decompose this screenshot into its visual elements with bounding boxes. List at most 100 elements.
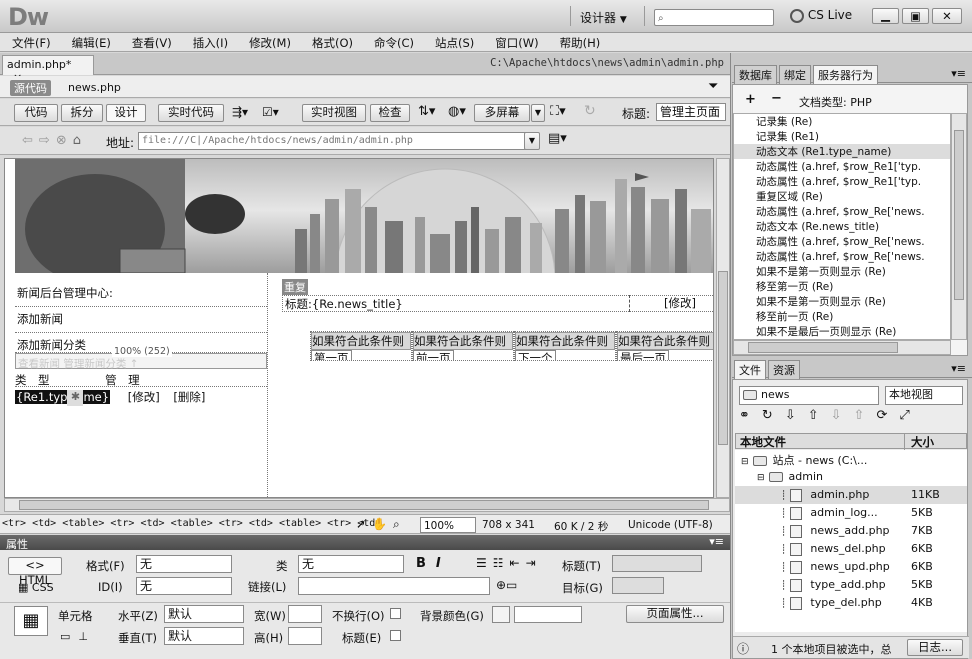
local-files-header[interactable]: 本地文件 <box>740 434 786 450</box>
design-vertical-scrollbar[interactable] <box>716 158 730 498</box>
panel-menu-icon[interactable]: ▾≡ <box>951 67 966 80</box>
indent-icon[interactable]: ⇥ <box>526 556 542 570</box>
checkbrowser-icon[interactable]: ☑▾ <box>262 105 279 119</box>
live-view-button[interactable]: 实时视图 <box>302 104 366 122</box>
zoom-select[interactable]: 100% <box>420 517 476 533</box>
stop-icon[interactable]: ⊗ <box>56 133 73 148</box>
tree-file[interactable]: ┊ type_add.php 5KB <box>735 576 967 594</box>
server-behavior-item[interactable]: 如果不是第一页则显示 (Re) <box>734 294 950 309</box>
pagination-link[interactable]: 下一个 <box>515 350 556 360</box>
vertical-scrollbar[interactable] <box>951 113 967 340</box>
panel-tab[interactable]: 资源 <box>768 360 800 379</box>
menu-item[interactable]: 站点(S) <box>423 33 483 51</box>
title-prop-input[interactable] <box>612 555 702 572</box>
design-horizontal-scrollbar[interactable] <box>4 498 730 512</box>
pagination-link[interactable]: 最后一页 <box>617 350 669 360</box>
refresh-icon[interactable]: ↻ <box>584 103 596 119</box>
scroll-thumb[interactable] <box>19 500 709 510</box>
point-to-file-icon[interactable]: ⊕▭ <box>496 578 517 592</box>
nowrap-checkbox[interactable] <box>390 608 401 619</box>
menu-item[interactable]: 查看(V) <box>120 33 181 51</box>
panel-menu-icon[interactable]: ▾≡ <box>951 362 966 375</box>
width-prop-input[interactable] <box>288 605 322 623</box>
height-prop-input[interactable] <box>288 627 322 645</box>
menu-item[interactable]: 窗口(W) <box>483 33 547 51</box>
put-icon[interactable]: ⇧ <box>808 408 831 423</box>
id-select[interactable]: 无 <box>136 577 232 595</box>
remove-behavior-button[interactable]: − <box>771 91 782 106</box>
related-file-news-php[interactable]: news.php <box>68 81 121 94</box>
menu-item[interactable]: 插入(I) <box>181 33 237 51</box>
get-icon[interactable]: ⇩ <box>785 408 808 423</box>
zoom-icon[interactable]: ⌕ <box>393 517 406 531</box>
horz-select[interactable]: 默认 <box>164 605 244 623</box>
merge-cells-icon[interactable]: ▭ <box>60 630 78 643</box>
tab-admin-php[interactable]: admin.php* × <box>2 55 94 84</box>
hand-icon[interactable]: ✋ <box>372 517 393 531</box>
scroll-thumb[interactable] <box>748 342 898 353</box>
maximize-icon[interactable]: ▣ <box>902 8 929 24</box>
server-behavior-item[interactable]: 动态属性 (a.href, $row_Re['news. <box>734 204 950 219</box>
add-news-link[interactable]: 添加新闻 <box>15 307 267 333</box>
server-behavior-item[interactable]: 移至前一页 (Re) <box>734 309 950 324</box>
server-behavior-item[interactable]: 动态属性 (a.href, $row_Re1['typ. <box>734 159 950 174</box>
search-input[interactable]: ⌕ <box>654 9 774 26</box>
inspect-button[interactable]: 检查 <box>370 104 410 122</box>
delete-link[interactable]: [删除] <box>173 390 205 404</box>
close-icon[interactable]: ✕ <box>932 8 962 24</box>
scroll-thumb[interactable] <box>718 271 728 445</box>
panel-tab[interactable]: 绑定 <box>779 65 811 84</box>
outdent-icon[interactable]: ⇤ <box>510 556 526 570</box>
source-code-tab[interactable]: 源代码 <box>10 80 51 96</box>
horizontal-scrollbar[interactable] <box>733 340 951 355</box>
inspect-icon[interactable]: ⇶▾ <box>232 105 248 119</box>
header-checkbox[interactable] <box>390 630 401 641</box>
refresh-icon[interactable]: ↻ <box>762 408 785 423</box>
expand-icon[interactable]: ⤢ <box>899 408 921 423</box>
dynamic-news-title[interactable]: {Re.news_title} <box>312 297 403 311</box>
server-behavior-item[interactable]: 动态属性 (a.href, $row_Re['news. <box>734 234 950 249</box>
view-select[interactable]: 本地视图 <box>885 386 963 405</box>
panel-tab[interactable]: 服务器行为 <box>813 65 878 84</box>
server-behavior-item[interactable]: 动态属性 (a.href, $row_Re1['typ. <box>734 174 950 189</box>
sync-icon[interactable]: ⟳ <box>876 408 899 423</box>
menu-item[interactable]: 文件(F) <box>0 33 60 51</box>
split-view-button[interactable]: 拆分 <box>61 104 103 122</box>
css-mode-button[interactable]: ▦ CSS <box>18 581 54 594</box>
bgcolor-input[interactable] <box>514 606 582 623</box>
server-behavior-item[interactable]: 如果不是第一页则显示 (Re) <box>734 264 950 279</box>
size-header[interactable]: 大小 <box>904 434 968 450</box>
collapse-toggle-icon[interactable]: ⊟ <box>757 473 765 483</box>
class-select[interactable]: 无 <box>298 555 404 573</box>
globe-icon[interactable]: ◍▾ <box>448 104 466 119</box>
right-edit-link[interactable]: [修改] <box>629 295 713 312</box>
connect-icon[interactable]: ⚭ <box>739 408 762 423</box>
debug-icon[interactable]: ⇅▾ <box>418 104 435 119</box>
scroll-thumb[interactable] <box>954 130 964 300</box>
tree-file[interactable]: ┊ news_upd.php 6KB <box>735 558 967 576</box>
server-behavior-item[interactable]: 动态文本 (Re.news_title) <box>734 219 950 234</box>
html-mode-button[interactable]: <> HTML <box>8 557 62 587</box>
live-code-button[interactable]: 实时代码 <box>158 104 224 122</box>
add-behavior-button[interactable]: + <box>745 92 756 107</box>
target-select[interactable] <box>612 577 664 594</box>
site-select[interactable]: news <box>739 386 879 405</box>
address-input[interactable]: file:///C|/Apache/htdocs/news/admin/admi… <box>138 132 526 150</box>
tree-file[interactable]: ┊ type_del.php 4KB <box>735 594 967 612</box>
checkout-icon[interactable]: ⇩ <box>831 408 854 423</box>
pointer-icon[interactable]: ➚ <box>356 517 372 531</box>
unordered-list-icon[interactable]: ☰ <box>476 556 493 570</box>
server-behavior-item[interactable]: 如果不是最后一页则显示 (Re) <box>734 324 950 339</box>
server-behavior-item[interactable]: 动态文本 (Re1.type_name) <box>734 144 950 159</box>
panel-menu-icon[interactable]: ▾≡ <box>709 535 724 548</box>
server-behavior-item[interactable]: 重复区域 (Re) <box>734 189 950 204</box>
design-view-button[interactable]: 设计 <box>106 104 146 122</box>
tree-file[interactable]: ┊ admin.php 11KB <box>735 486 967 504</box>
vert-select[interactable]: 默认 <box>164 627 244 645</box>
log-button[interactable]: 日志... <box>907 639 963 656</box>
chevron-down-icon[interactable]: ▼ <box>531 104 545 122</box>
minimize-icon[interactable]: ▁ <box>872 8 899 24</box>
ordered-list-icon[interactable]: ☷ <box>493 556 510 570</box>
panel-tab[interactable]: 数据库 <box>734 65 777 84</box>
window-size[interactable]: 708 x 341 <box>482 519 535 531</box>
